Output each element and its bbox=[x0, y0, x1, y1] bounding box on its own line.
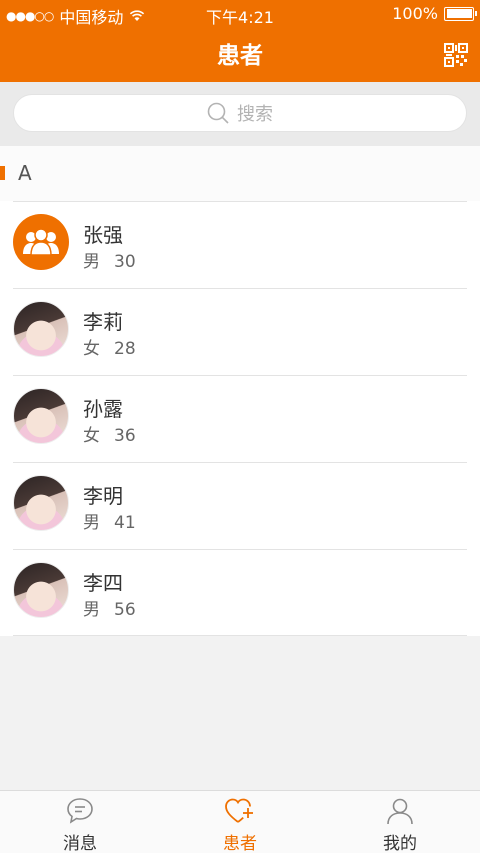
avatar bbox=[13, 388, 69, 444]
patient-meta: 男 41 bbox=[83, 508, 136, 533]
status-right: 100% bbox=[392, 4, 477, 23]
tab-label: 我的 bbox=[383, 834, 417, 853]
section-letter: A bbox=[18, 161, 32, 185]
search-placeholder: 搜索 bbox=[237, 104, 273, 125]
divider bbox=[13, 288, 467, 289]
patient-list: A 张强 男 30 李莉 女 28 孙露 女36 李明 男 41 李四 男 56 bbox=[0, 146, 480, 636]
patient-meta: 女 36 bbox=[83, 421, 136, 446]
patient-row[interactable]: 李四 男 56 bbox=[0, 549, 480, 636]
tab-label: 消息 bbox=[63, 834, 97, 853]
section-marker bbox=[0, 166, 5, 180]
patient-gender: 女 bbox=[83, 339, 100, 359]
divider bbox=[13, 635, 467, 636]
search-input[interactable]: 搜索 bbox=[13, 94, 467, 132]
tab-bar: 消息 患者 我的 bbox=[0, 790, 480, 853]
battery-percent: 100% bbox=[392, 4, 438, 23]
tab-patients[interactable]: 患者 bbox=[160, 791, 320, 853]
patient-gender: 男 bbox=[83, 513, 100, 533]
battery-icon bbox=[444, 6, 477, 21]
avatar bbox=[13, 562, 69, 618]
tab-mine[interactable]: 我的 bbox=[320, 791, 480, 853]
patient-meta: 女 28 bbox=[83, 334, 136, 359]
patient-gender: 男 bbox=[83, 252, 100, 272]
patient-name: 李莉 bbox=[83, 310, 123, 334]
avatar bbox=[13, 301, 69, 357]
patient-row[interactable]: 孙露 女 36 bbox=[0, 375, 480, 462]
status-bar: ●●●○○ 中国移动 下午4:21 100% bbox=[0, 0, 480, 28]
patient-gender: 女 bbox=[83, 426, 100, 446]
section-header: A bbox=[0, 146, 480, 201]
default-group-avatar bbox=[13, 214, 69, 270]
search-bar: 搜索 bbox=[0, 82, 480, 146]
patient-name: 张强 bbox=[83, 223, 123, 247]
heart-plus-icon bbox=[225, 798, 253, 823]
patient-meta: 男 56 bbox=[83, 595, 136, 620]
group-icon bbox=[23, 229, 59, 255]
divider bbox=[13, 549, 467, 550]
person-icon bbox=[387, 798, 413, 825]
patient-meta: 男 30 bbox=[83, 247, 136, 272]
qr-code-icon[interactable] bbox=[444, 43, 468, 67]
divider bbox=[13, 201, 467, 202]
patient-name: 李明 bbox=[83, 484, 123, 508]
patient-name: 李四 bbox=[83, 571, 123, 595]
search-icon bbox=[207, 102, 229, 124]
patient-age: 41 bbox=[114, 513, 136, 533]
patient-row[interactable]: 李莉 女 28 bbox=[0, 288, 480, 375]
divider bbox=[13, 375, 467, 376]
page-title: 患者 bbox=[217, 43, 263, 69]
tab-messages[interactable]: 消息 bbox=[0, 791, 160, 853]
patient-gender: 男 bbox=[83, 600, 100, 620]
patient-row[interactable]: 张强 男 30 bbox=[0, 201, 480, 288]
patient-name: 孙露 bbox=[83, 397, 123, 421]
divider bbox=[13, 462, 467, 463]
patient-age: 36 bbox=[114, 426, 136, 446]
patient-age: 56 bbox=[114, 600, 136, 620]
patient-age: 28 bbox=[114, 339, 136, 359]
tab-label: 患者 bbox=[223, 834, 257, 853]
avatar bbox=[13, 475, 69, 531]
patient-age: 30 bbox=[114, 252, 136, 272]
chat-bubble-icon bbox=[67, 798, 93, 824]
patient-row[interactable]: 李明 男 41 bbox=[0, 462, 480, 549]
app-header: ●●●○○ 中国移动 下午4:21 100% 患者 bbox=[0, 0, 480, 82]
